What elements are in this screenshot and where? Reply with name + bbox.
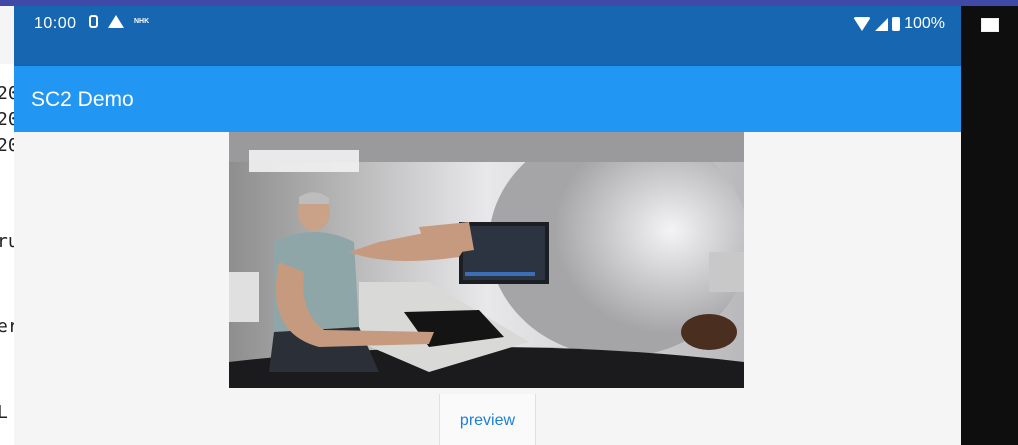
- terminal-line: er: [0, 316, 14, 337]
- nhk-icon: NHK: [134, 18, 150, 25]
- video-preview-frame[interactable]: [229, 132, 744, 388]
- wifi-icon: [853, 17, 872, 31]
- window-restore-icon[interactable]: [981, 18, 999, 32]
- background-window-right: [961, 6, 1018, 445]
- terminal-line: 20: [0, 83, 14, 104]
- drive-icon: [108, 15, 124, 28]
- terminal-line: L: [0, 402, 8, 423]
- video-image: [229, 132, 744, 388]
- battery-icon: [892, 17, 901, 31]
- status-bar: 10:00 NHK 100%: [14, 6, 961, 66]
- terminal-line: 20: [0, 109, 14, 130]
- status-system-icons: 100%: [853, 15, 945, 33]
- phone-screen: 10:00 NHK 100% SC2 Demo preview: [14, 6, 961, 445]
- main-content: preview: [14, 132, 961, 445]
- terminal-header: [0, 6, 14, 64]
- terminal-line: 20: [0, 135, 14, 156]
- background-terminal-window: 20 20 20 ru er L: [0, 6, 14, 445]
- status-notification-icons: NHK: [89, 15, 156, 28]
- app-title: SC2 Demo: [31, 88, 134, 111]
- preview-button[interactable]: preview: [439, 394, 536, 445]
- signal-icon: [875, 17, 889, 31]
- terminal-line: ru: [0, 231, 14, 252]
- battery-percent: 100%: [904, 15, 945, 32]
- app-bar: SC2 Demo: [14, 66, 961, 132]
- status-time: 10:00: [34, 15, 77, 32]
- sim-icon: [89, 15, 98, 28]
